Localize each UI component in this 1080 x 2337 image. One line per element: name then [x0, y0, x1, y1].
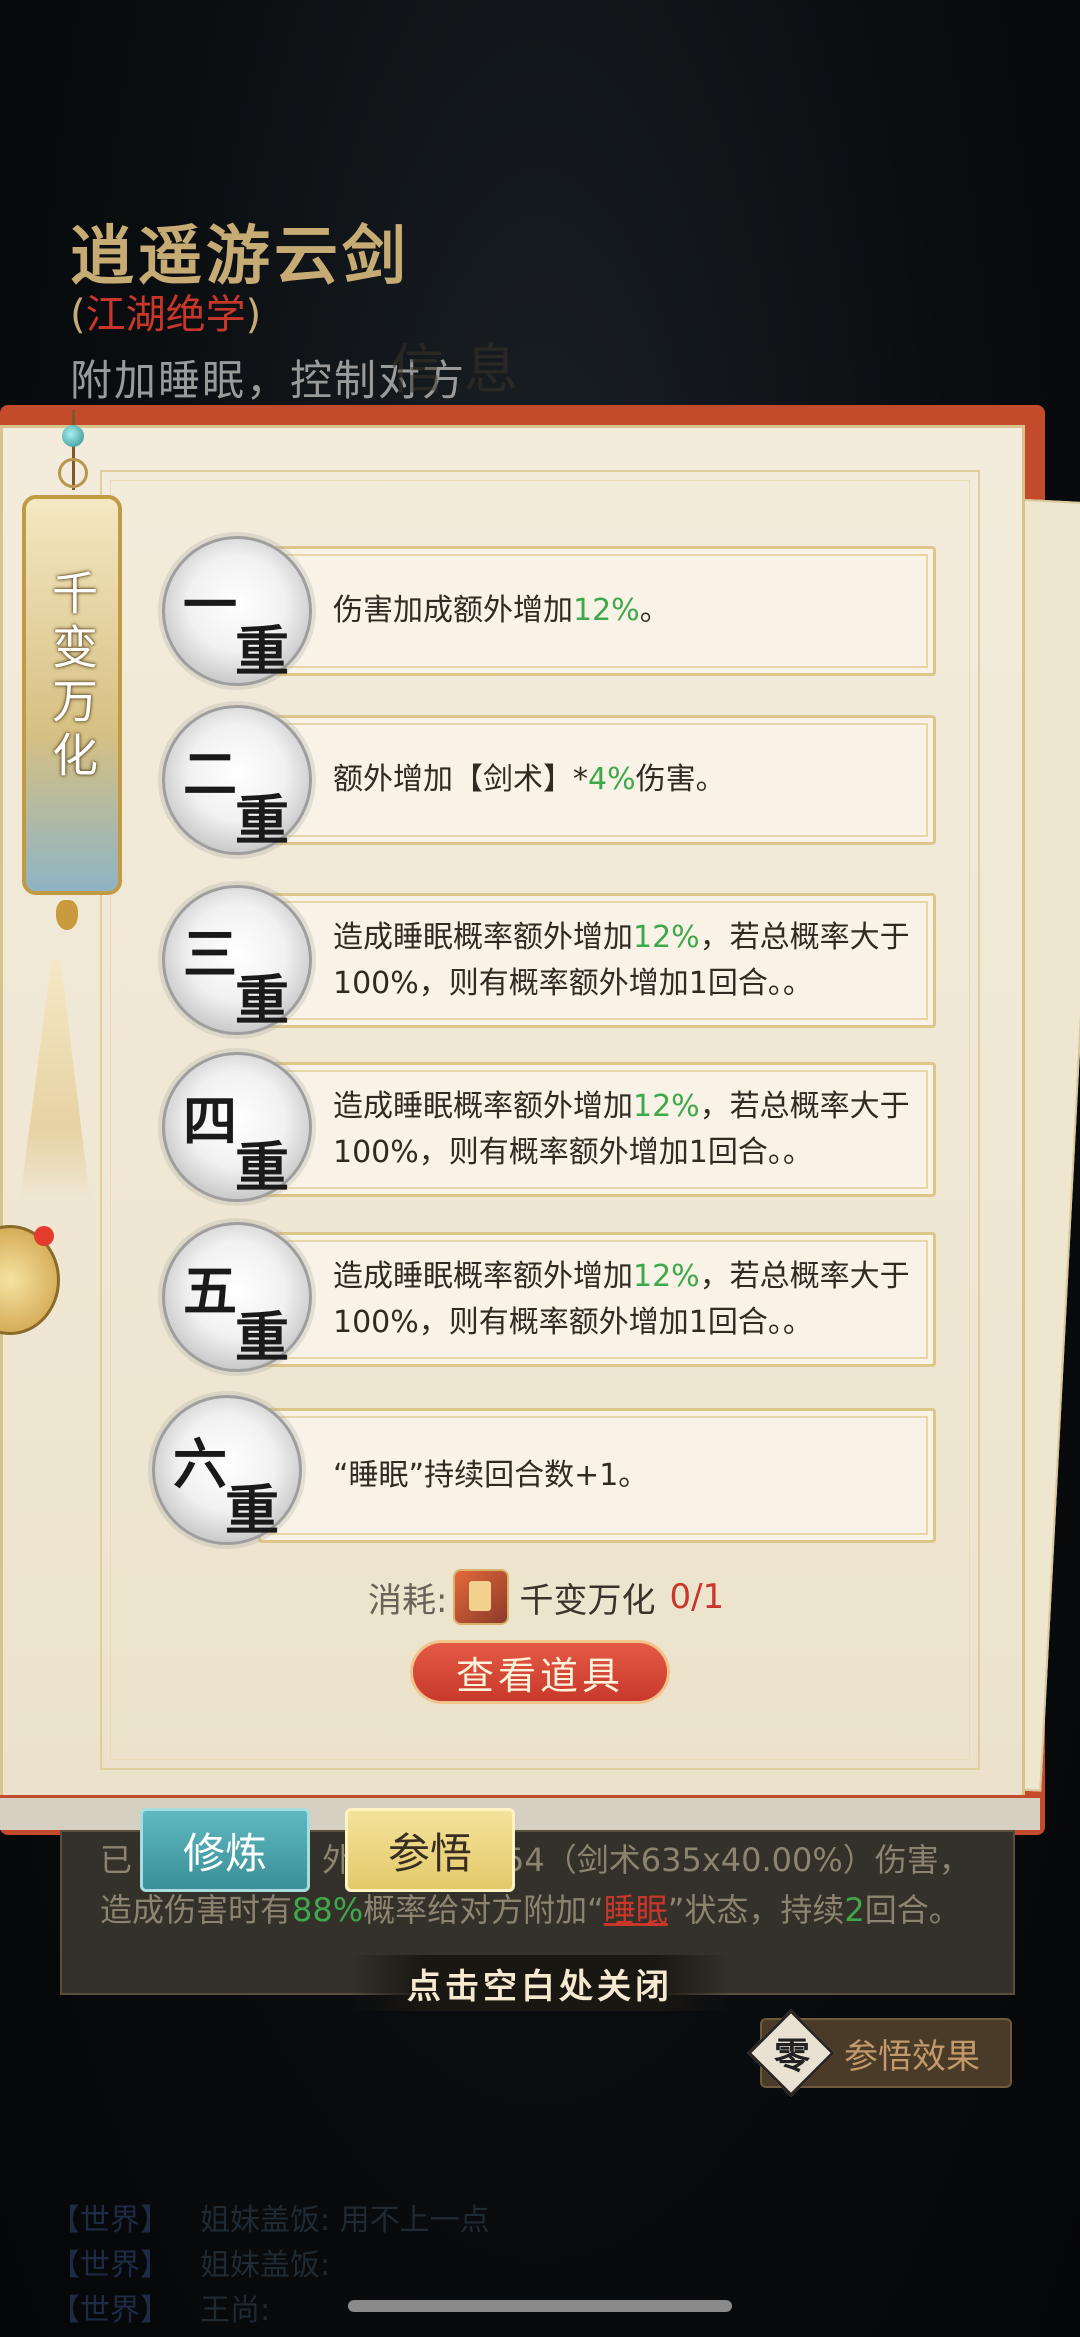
knot-icon: [56, 900, 78, 930]
tag-label: 千变万化: [45, 569, 99, 785]
tier-medal-5: 五重: [162, 1222, 312, 1372]
cost-item-name: 千变万化: [519, 1580, 656, 1621]
tier-row-3: 造成睡眠概率额外增加12%，若总概率大于100%，则有概率额外增加1回合。。: [258, 893, 936, 1028]
cost-row: 消耗: 千变万化 0/1: [368, 1567, 724, 1627]
background-title: 信息: [390, 338, 538, 401]
chat-line: 【世界】 姐妹盖饭: 用不上一点: [50, 2203, 490, 2238]
tier-medal-3: 三重: [162, 885, 312, 1035]
tier-description: 造成睡眠概率额外增加12%，若总概率大于100%，则有概率额外增加1回合。。: [333, 919, 910, 1001]
tier-row-4: 造成睡眠概率额外增加12%，若总概率大于100%，则有概率额外增加1回合。。: [258, 1062, 936, 1197]
jade-bead-icon: [62, 425, 84, 447]
hanging-tag: 千变万化: [22, 495, 122, 895]
scroll-book-icon: [453, 1569, 510, 1625]
close-hint[interactable]: 点击空白处关闭: [350, 1955, 730, 2011]
skill-type: (江湖绝学): [70, 292, 262, 338]
tier-medal-1: 一重: [162, 536, 312, 686]
tier-row-5: 造成睡眠概率额外增加12%，若总概率大于100%，则有概率额外增加1回合。。: [258, 1232, 936, 1367]
tier-row-1: 伤害加成额外增加12%。: [258, 546, 936, 676]
tier-description: 额外增加【剑术】*4%伤害。: [333, 762, 726, 797]
tier-medal-4: 四重: [162, 1052, 312, 1202]
home-indicator[interactable]: [348, 2300, 732, 2312]
tier-description: 伤害加成额外增加12%。: [333, 593, 670, 628]
tier-row-6: “睡眠”持续回合数+1。: [258, 1408, 936, 1543]
tab-train[interactable]: 修炼: [140, 1808, 310, 1892]
insight-level: 零: [773, 2035, 810, 2077]
cost-label: 消耗:: [368, 1580, 448, 1621]
tab-insight[interactable]: 参悟: [345, 1808, 515, 1892]
cost-item-count: 0/1: [669, 1577, 725, 1617]
tier-description: 造成睡眠概率额外增加12%，若总概率大于100%，则有概率额外增加1回合。。: [333, 1088, 910, 1170]
insight-effect-label: 参悟效果: [844, 2036, 980, 2077]
tier-row-2: 额外增加【剑术】*4%伤害。: [258, 715, 936, 845]
notification-dot: [34, 1226, 54, 1246]
tier-description: “睡眠”持续回合数+1。: [333, 1457, 649, 1493]
view-item-button[interactable]: 查看道具: [410, 1640, 670, 1704]
tier-description: 造成睡眠概率额外增加12%，若总概率大于100%，则有概率额外增加1回合。。: [333, 1258, 910, 1340]
tier-medal-2: 二重: [162, 705, 312, 855]
tier-medal-6: 六重: [152, 1395, 302, 1545]
ring-icon: [58, 458, 88, 488]
chat-line: 【世界】 姐妹盖饭:: [50, 2248, 331, 2283]
